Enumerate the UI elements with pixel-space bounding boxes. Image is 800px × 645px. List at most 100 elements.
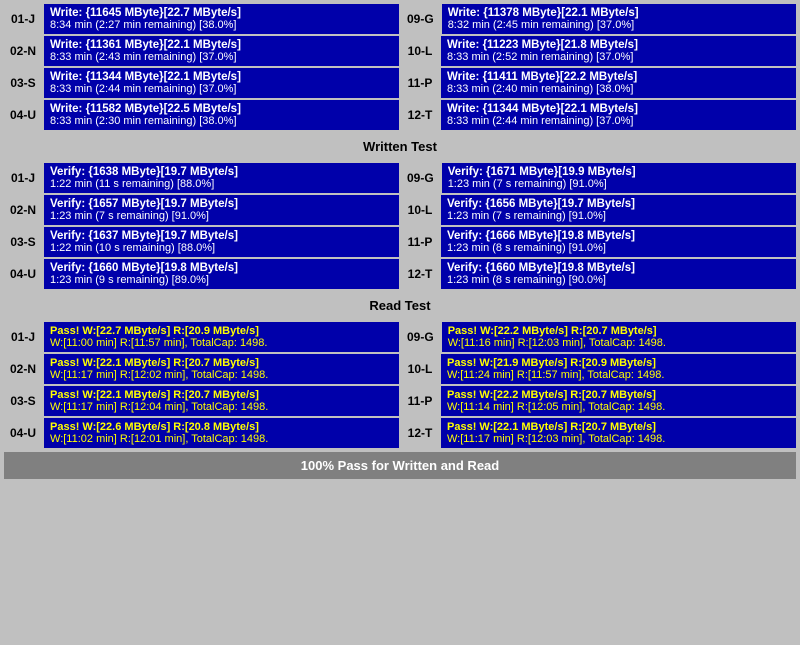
left-line2: W:[11:17 min] R:[12:04 min], TotalCap: 1… [50, 401, 393, 413]
left-line2: 8:33 min (2:30 min remaining) [38.0%] [50, 115, 393, 127]
right-cell: Write: {11378 MByte}[22.1 MByte/s] 8:32 … [442, 4, 796, 34]
left-label: 01-J [4, 163, 42, 193]
left-cell: Write: {11344 MByte}[22.1 MByte/s] 8:33 … [44, 68, 399, 98]
right-line1: Write: {11344 MByte}[22.1 MByte/s] [447, 103, 790, 115]
right-label: 11-P [401, 68, 439, 98]
left-cell: Pass! W:[22.1 MByte/s] R:[20.7 MByte/s] … [44, 354, 399, 384]
right-label: 10-L [401, 36, 439, 66]
read-section: 01-J Pass! W:[22.7 MByte/s] R:[20.9 MByt… [4, 322, 796, 448]
row-pair: 01-J Write: {11645 MByte}[22.7 MByte/s] … [4, 4, 796, 34]
right-cell: Write: {11411 MByte}[22.2 MByte/s] 8:33 … [441, 68, 796, 98]
left-line2: 1:23 min (7 s remaining) [91.0%] [50, 210, 393, 222]
verify-section: 01-J Verify: {1638 MByte}[19.7 MByte/s] … [4, 163, 796, 289]
left-cell: Verify: {1638 MByte}[19.7 MByte/s] 1:22 … [44, 163, 399, 193]
right-cell: Verify: {1666 MByte}[19.8 MByte/s] 1:23 … [441, 227, 796, 257]
row-pair: 02-N Verify: {1657 MByte}[19.7 MByte/s] … [4, 195, 796, 225]
right-line2: 8:33 min (2:52 min remaining) [37.0%] [447, 51, 790, 63]
left-label: 04-U [4, 259, 42, 289]
left-label: 01-J [4, 322, 42, 352]
left-line1: Write: {11344 MByte}[22.1 MByte/s] [50, 71, 393, 83]
right-line1: Pass! W:[22.2 MByte/s] R:[20.7 MByte/s] [448, 325, 790, 337]
left-cell: Pass! W:[22.7 MByte/s] R:[20.9 MByte/s] … [44, 322, 399, 352]
right-cell: Write: {11223 MByte}[21.8 MByte/s] 8:33 … [441, 36, 796, 66]
right-label: 10-L [401, 195, 439, 225]
right-line1: Pass! W:[22.2 MByte/s] R:[20.7 MByte/s] [447, 389, 790, 401]
left-line1: Verify: {1660 MByte}[19.8 MByte/s] [50, 262, 393, 274]
left-line2: W:[11:02 min] R:[12:01 min], TotalCap: 1… [50, 433, 393, 445]
row-pair: 04-U Pass! W:[22.6 MByte/s] R:[20.8 MByt… [4, 418, 796, 448]
left-cell: Verify: {1637 MByte}[19.7 MByte/s] 1:22 … [44, 227, 399, 257]
left-line1: Write: {11582 MByte}[22.5 MByte/s] [50, 103, 393, 115]
left-label: 02-N [4, 195, 42, 225]
right-line1: Write: {11411 MByte}[22.2 MByte/s] [447, 71, 790, 83]
left-label: 04-U [4, 100, 42, 130]
right-line1: Pass! W:[22.1 MByte/s] R:[20.7 MByte/s] [447, 421, 790, 433]
left-line2: 1:22 min (11 s remaining) [88.0%] [50, 178, 393, 190]
right-label: 09-G [401, 4, 440, 34]
left-cell: Write: {11645 MByte}[22.7 MByte/s] 8:34 … [44, 4, 399, 34]
left-line2: W:[11:00 min] R:[11:57 min], TotalCap: 1… [50, 337, 393, 349]
right-line1: Write: {11378 MByte}[22.1 MByte/s] [448, 7, 790, 19]
left-line2: 8:34 min (2:27 min remaining) [38.0%] [50, 19, 393, 31]
right-label: 12-T [401, 259, 439, 289]
right-line2: W:[11:17 min] R:[12:03 min], TotalCap: 1… [447, 433, 790, 445]
right-cell: Write: {11344 MByte}[22.1 MByte/s] 8:33 … [441, 100, 796, 130]
right-label: 09-G [401, 163, 440, 193]
left-line2: 8:33 min (2:43 min remaining) [37.0%] [50, 51, 393, 63]
written-test-header: Written Test [4, 134, 796, 159]
right-line1: Write: {11223 MByte}[21.8 MByte/s] [447, 39, 790, 51]
main-container: 01-J Write: {11645 MByte}[22.7 MByte/s] … [0, 0, 800, 483]
left-line2: 1:23 min (9 s remaining) [89.0%] [50, 274, 393, 286]
left-line1: Write: {11361 MByte}[22.1 MByte/s] [50, 39, 393, 51]
read-test-header: Read Test [4, 293, 796, 318]
left-cell: Verify: {1657 MByte}[19.7 MByte/s] 1:23 … [44, 195, 399, 225]
row-pair: 03-S Write: {11344 MByte}[22.1 MByte/s] … [4, 68, 796, 98]
left-label: 02-N [4, 354, 42, 384]
left-line1: Verify: {1637 MByte}[19.7 MByte/s] [50, 230, 393, 242]
right-label: 11-P [401, 386, 439, 416]
row-pair: 04-U Write: {11582 MByte}[22.5 MByte/s] … [4, 100, 796, 130]
left-cell: Write: {11361 MByte}[22.1 MByte/s] 8:33 … [44, 36, 399, 66]
row-pair: 01-J Pass! W:[22.7 MByte/s] R:[20.9 MByt… [4, 322, 796, 352]
row-pair: 03-S Verify: {1637 MByte}[19.7 MByte/s] … [4, 227, 796, 257]
right-line1: Verify: {1660 MByte}[19.8 MByte/s] [447, 262, 790, 274]
left-line1: Pass! W:[22.1 MByte/s] R:[20.7 MByte/s] [50, 357, 393, 369]
left-cell: Verify: {1660 MByte}[19.8 MByte/s] 1:23 … [44, 259, 399, 289]
left-line1: Verify: {1638 MByte}[19.7 MByte/s] [50, 166, 393, 178]
left-line2: 1:22 min (10 s remaining) [88.0%] [50, 242, 393, 254]
right-label: 09-G [401, 322, 440, 352]
right-label: 10-L [401, 354, 439, 384]
right-cell: Verify: {1671 MByte}[19.9 MByte/s] 1:23 … [442, 163, 796, 193]
right-line1: Verify: {1666 MByte}[19.8 MByte/s] [447, 230, 790, 242]
left-line1: Verify: {1657 MByte}[19.7 MByte/s] [50, 198, 393, 210]
left-label: 01-J [4, 4, 42, 34]
left-label: 04-U [4, 418, 42, 448]
right-line2: 1:23 min (7 s remaining) [91.0%] [447, 210, 790, 222]
left-cell: Pass! W:[22.1 MByte/s] R:[20.7 MByte/s] … [44, 386, 399, 416]
left-line2: 8:33 min (2:44 min remaining) [37.0%] [50, 83, 393, 95]
right-line1: Verify: {1656 MByte}[19.7 MByte/s] [447, 198, 790, 210]
row-pair: 04-U Verify: {1660 MByte}[19.8 MByte/s] … [4, 259, 796, 289]
right-line2: 8:33 min (2:40 min remaining) [38.0%] [447, 83, 790, 95]
left-line1: Pass! W:[22.6 MByte/s] R:[20.8 MByte/s] [50, 421, 393, 433]
right-label: 11-P [401, 227, 439, 257]
row-pair: 02-N Pass! W:[22.1 MByte/s] R:[20.7 MByt… [4, 354, 796, 384]
left-cell: Pass! W:[22.6 MByte/s] R:[20.8 MByte/s] … [44, 418, 399, 448]
row-pair: 02-N Write: {11361 MByte}[22.1 MByte/s] … [4, 36, 796, 66]
left-label: 03-S [4, 68, 42, 98]
right-line2: W:[11:14 min] R:[12:05 min], TotalCap: 1… [447, 401, 790, 413]
right-cell: Pass! W:[22.2 MByte/s] R:[20.7 MByte/s] … [442, 322, 796, 352]
right-line2: W:[11:24 min] R:[11:57 min], TotalCap: 1… [447, 369, 790, 381]
row-pair: 03-S Pass! W:[22.1 MByte/s] R:[20.7 MByt… [4, 386, 796, 416]
left-line1: Write: {11645 MByte}[22.7 MByte/s] [50, 7, 393, 19]
right-cell: Verify: {1660 MByte}[19.8 MByte/s] 1:23 … [441, 259, 796, 289]
left-label: 03-S [4, 227, 42, 257]
left-line2: W:[11:17 min] R:[12:02 min], TotalCap: 1… [50, 369, 393, 381]
right-cell: Verify: {1656 MByte}[19.7 MByte/s] 1:23 … [441, 195, 796, 225]
right-cell: Pass! W:[22.2 MByte/s] R:[20.7 MByte/s] … [441, 386, 796, 416]
left-label: 03-S [4, 386, 42, 416]
left-cell: Write: {11582 MByte}[22.5 MByte/s] 8:33 … [44, 100, 399, 130]
right-line2: W:[11:16 min] R:[12:03 min], TotalCap: 1… [448, 337, 790, 349]
right-label: 12-T [401, 100, 439, 130]
right-line1: Pass! W:[21.9 MByte/s] R:[20.9 MByte/s] [447, 357, 790, 369]
